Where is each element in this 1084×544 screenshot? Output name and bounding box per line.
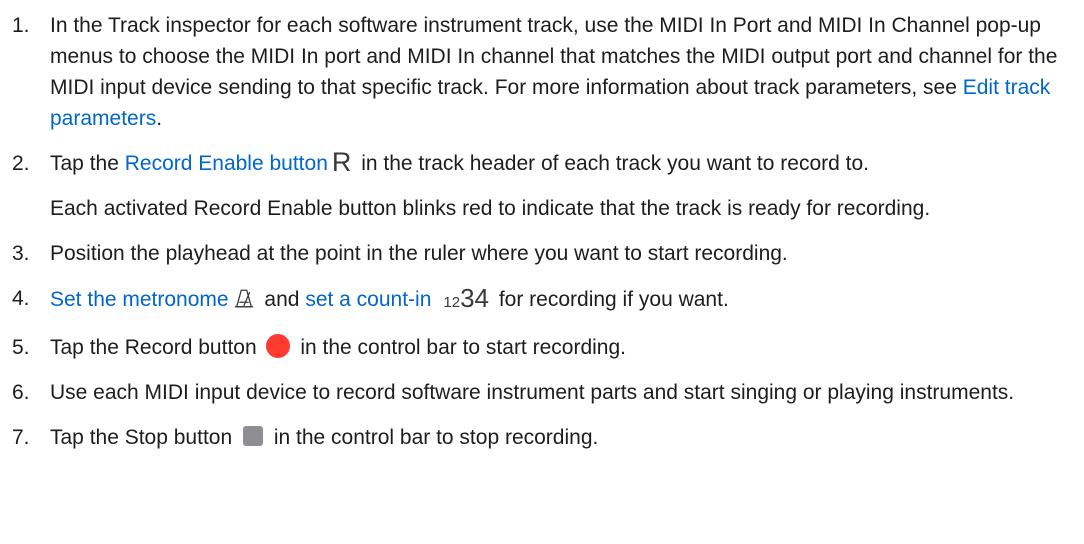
count-in-icon-small-digits: 12 bbox=[443, 294, 461, 311]
step-number: 3. bbox=[12, 242, 30, 265]
step-text: In the Track inspector for each software… bbox=[50, 10, 1078, 134]
stop-icon bbox=[242, 426, 263, 447]
step-6: 6. Use each MIDI input device to record … bbox=[10, 377, 1078, 408]
step-body: Set the metronome and set a count-in 1234… bbox=[50, 283, 1078, 318]
step-number: 6. bbox=[12, 381, 30, 404]
step-3: 3. Position the playhead at the point in… bbox=[10, 238, 1078, 269]
step-text: Use each MIDI input device to record sof… bbox=[50, 381, 1015, 404]
step-body: Position the playhead at the point in th… bbox=[50, 238, 1078, 269]
instruction-steps: 1. In the Track inspector for each softw… bbox=[10, 10, 1078, 467]
step-body: Tap the Record Enable button R in the tra… bbox=[50, 148, 1078, 224]
step-number: 2. bbox=[12, 152, 30, 175]
step-text-segment: Tap the Record button bbox=[50, 336, 263, 359]
step-text: Tap the Record button in the control bar… bbox=[50, 332, 1078, 363]
step-text-segment: in the control bar to start recording. bbox=[294, 336, 626, 359]
step-text-segment: In the Track inspector for each software… bbox=[50, 14, 1058, 99]
step-body: Use each MIDI input device to record sof… bbox=[50, 377, 1078, 408]
step-text: Position the playhead at the point in th… bbox=[50, 242, 788, 265]
step-5: 5. Tap the Record button in the control … bbox=[10, 332, 1078, 363]
step-1: 1. In the Track inspector for each softw… bbox=[10, 10, 1078, 134]
step-body: Tap the Record button in the control bar… bbox=[50, 332, 1078, 363]
set-count-in-link[interactable]: set a count-in bbox=[305, 288, 431, 311]
step-text-segment: Tap the bbox=[50, 152, 125, 175]
step-body: In the Track inspector for each software… bbox=[50, 10, 1078, 134]
step-text-segment: for recording if you want. bbox=[493, 288, 729, 312]
step-note: Each activated Record Enable button blin… bbox=[50, 197, 931, 220]
record-enable-icon: R bbox=[331, 147, 352, 178]
step-7: 7. Tap the Stop button in the control ba… bbox=[10, 422, 1078, 453]
step-text-segment: in the track header of each track you wa… bbox=[355, 152, 869, 175]
step-2: 2. Tap the Record Enable button R in the … bbox=[10, 148, 1078, 224]
step-text-segment: Tap the Stop button bbox=[50, 426, 238, 449]
step-text-segment: . bbox=[156, 107, 163, 130]
step-text-segment: in the control bar to stop recording. bbox=[267, 426, 599, 449]
count-in-icon: 1234 bbox=[443, 283, 489, 318]
step-number: 1. bbox=[12, 14, 30, 37]
record-enable-button-link[interactable]: Record Enable button bbox=[125, 152, 328, 175]
step-text: Set the metronome and set a count-in 1234… bbox=[50, 283, 1078, 318]
set-metronome-link[interactable]: Set the metronome bbox=[50, 288, 229, 311]
step-text-segment: and bbox=[258, 288, 306, 312]
metronome-icon bbox=[234, 289, 253, 307]
step-number: 5. bbox=[12, 336, 30, 359]
record-icon bbox=[266, 334, 291, 359]
count-in-icon-large-digits: 34 bbox=[460, 283, 489, 313]
step-number: 4. bbox=[12, 287, 30, 310]
step-4: 4. Set the metronome and set a count-in 1… bbox=[10, 283, 1078, 318]
step-body: Tap the Stop button in the control bar t… bbox=[50, 422, 1078, 453]
step-text: Tap the Stop button in the control bar t… bbox=[50, 422, 1078, 453]
step-text: Tap the Record Enable button R in the tra… bbox=[50, 148, 1078, 179]
step-number: 7. bbox=[12, 426, 30, 449]
